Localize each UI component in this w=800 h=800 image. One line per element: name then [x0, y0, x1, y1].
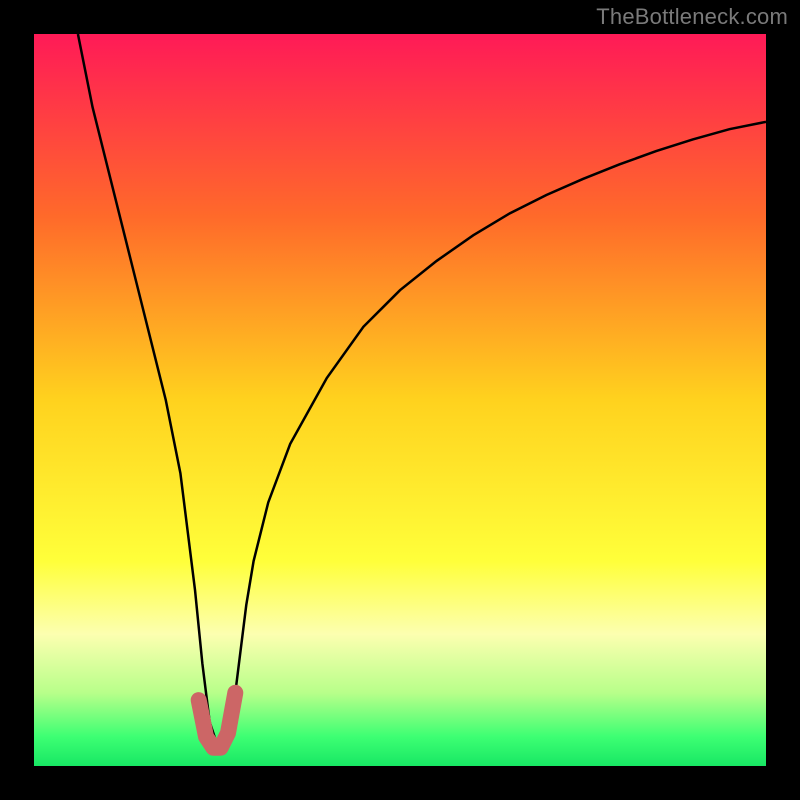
watermark-text: TheBottleneck.com — [596, 4, 788, 30]
chart-frame: TheBottleneck.com — [0, 0, 800, 800]
bottleneck-chart — [34, 34, 766, 766]
chart-background — [34, 34, 766, 766]
